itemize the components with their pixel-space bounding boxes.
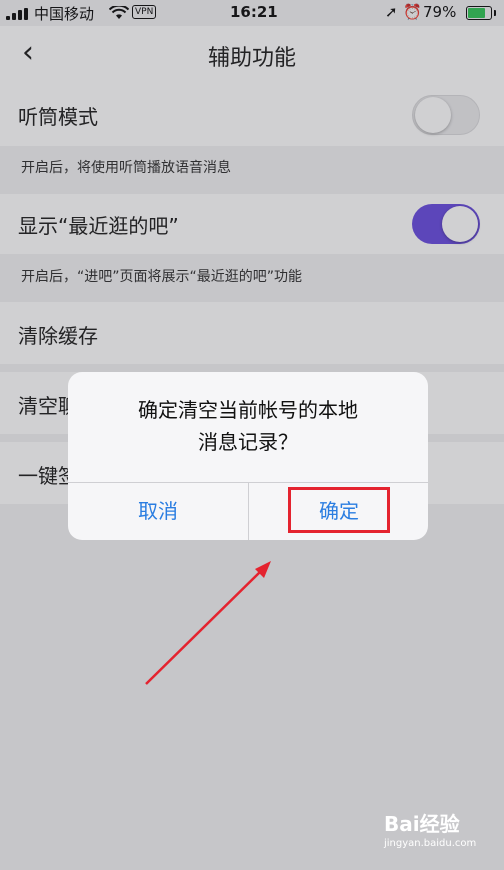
watermark-logo: Bai经验 <box>384 812 460 836</box>
pointer-arrow-icon <box>145 561 271 685</box>
watermark-url: jingyan.baidu.com <box>384 838 477 849</box>
